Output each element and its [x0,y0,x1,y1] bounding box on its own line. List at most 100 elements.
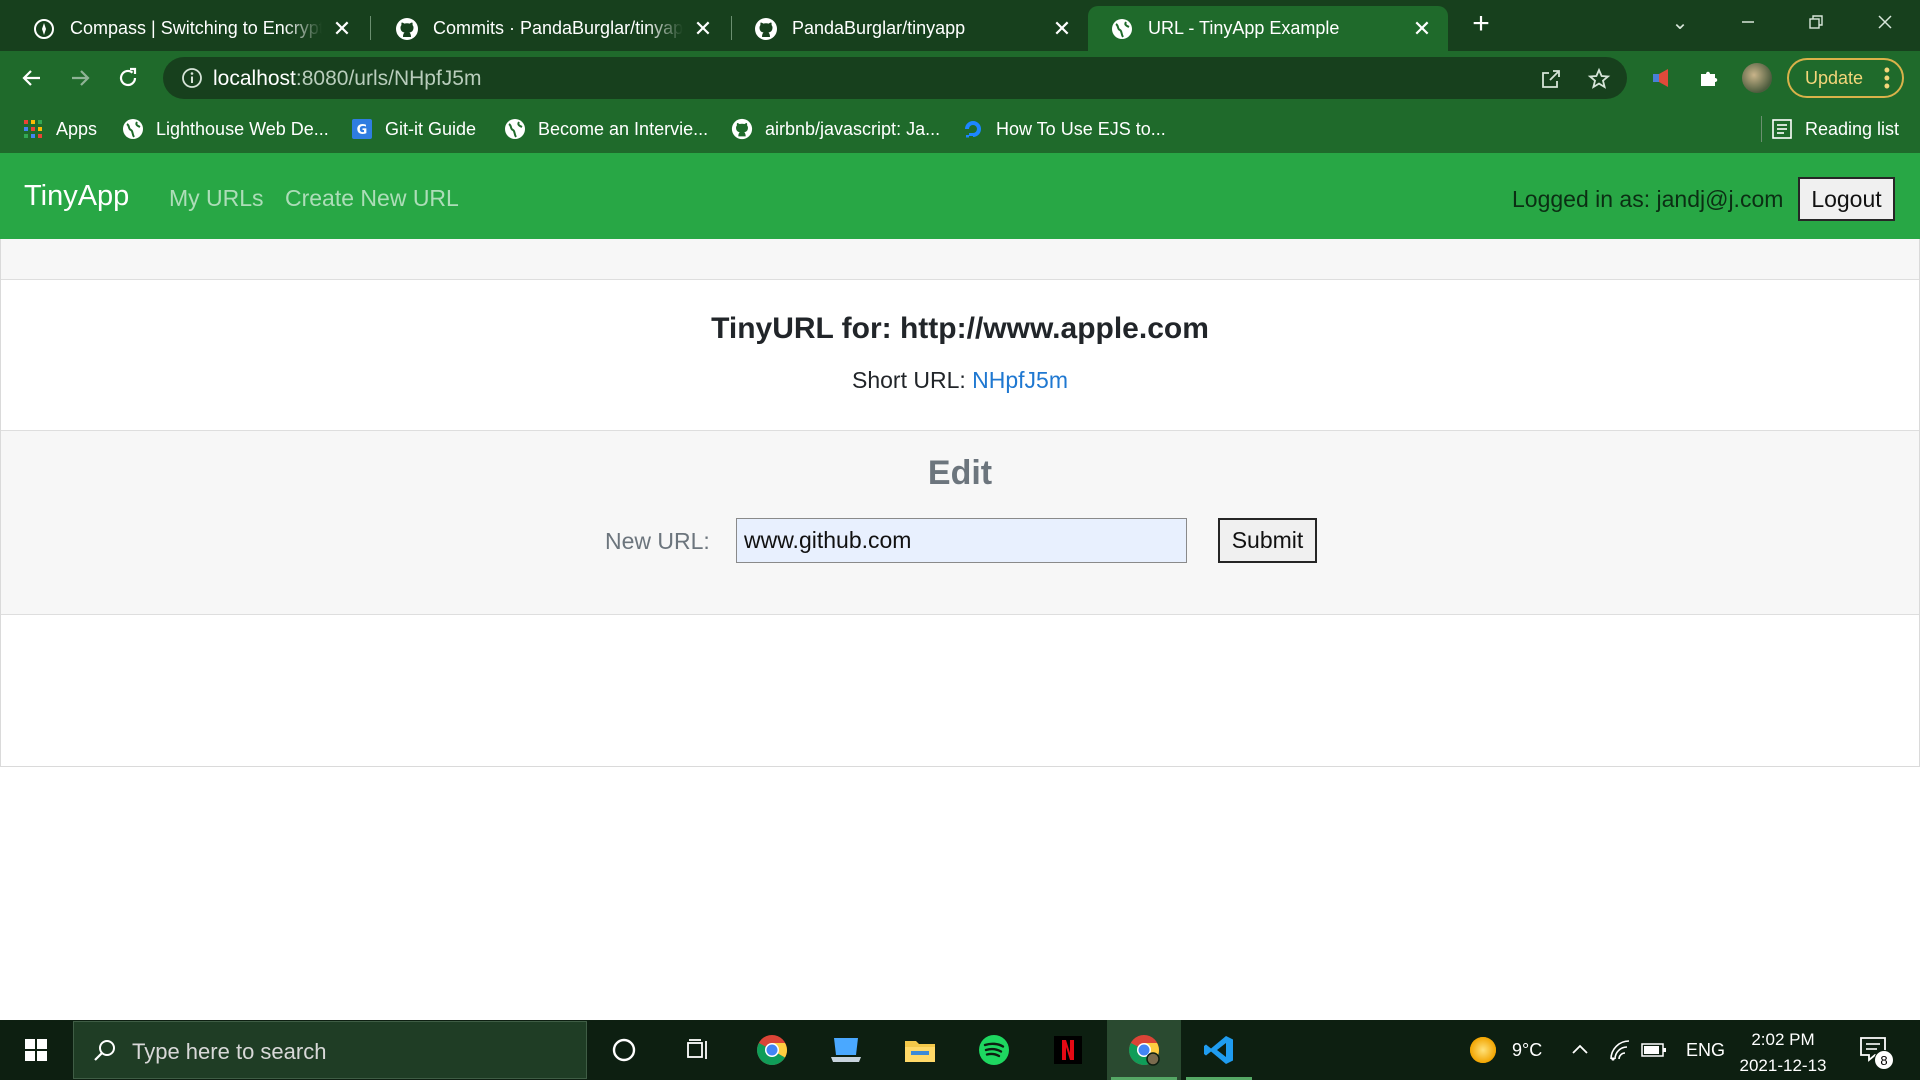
bookmark-git-it[interactable]: G Git-it Guide [351,114,476,144]
weather-temp: 9°C [1512,1039,1543,1060]
share-icon[interactable] [1539,67,1563,91]
url-text: localhost:8080/urls/NHpfJ5m [213,67,481,91]
tab-commits[interactable]: Commits · PandaBurglar/tinyapp ✕ [373,6,729,51]
digitalocean-icon [962,118,984,140]
extension-megaphone-icon[interactable] [1648,64,1676,92]
github-icon [754,17,778,41]
tab-repo[interactable]: PandaBurglar/tinyapp ✕ [732,6,1088,51]
url-path: :8080/urls/NHpfJ5m [295,67,482,90]
new-url-input[interactable] [736,518,1187,563]
spotify-icon[interactable] [957,1020,1031,1080]
close-icon[interactable]: ✕ [691,16,715,41]
url-host: localhost [213,67,296,90]
extensions-puzzle-icon[interactable] [1695,64,1723,92]
vscode-icon[interactable] [1182,1020,1256,1080]
app-navbar: TinyApp My URLs Create New URL Logged in… [0,153,1920,239]
netflix-icon[interactable] [1031,1020,1105,1080]
search-icon [92,1037,118,1063]
close-window-button[interactable] [1855,0,1915,44]
taskbar-search-box[interactable]: Type here to search [73,1021,587,1079]
globe-icon [122,118,144,140]
address-bar[interactable]: localhost:8080/urls/NHpfJ5m [163,57,1627,99]
sun-icon [1470,1037,1496,1063]
tray-chevron-up-icon[interactable] [1570,1020,1590,1080]
bookmark-airbnb[interactable]: airbnb/javascript: Ja... [731,114,940,144]
page-viewport: TinyApp My URLs Create New URL Logged in… [0,153,1920,1020]
short-url-label: Short URL: [851,367,973,393]
edit-heading: Edit [927,454,993,492]
globe-icon [1110,17,1134,41]
task-view-icon[interactable] [661,1020,735,1080]
reading-list[interactable]: Reading list [1771,114,1899,144]
language-indicator[interactable]: ENG [1686,1020,1725,1080]
tab-search-chevron-icon[interactable]: ⌄ [1650,0,1710,44]
chrome-icon[interactable] [735,1020,809,1080]
logout-button[interactable]: Logout [1798,177,1895,221]
short-url-row: Short URL: NHpfJ5m [1,367,1919,394]
wifi-icon[interactable] [1607,1020,1631,1080]
profile-avatar[interactable] [1742,63,1772,93]
bookmark-label: Lighthouse Web De... [156,118,329,139]
back-arrow-icon[interactable] [17,63,47,93]
bookmark-label: Git-it Guide [385,118,477,139]
bookmark-interview[interactable]: Become an Intervie... [504,114,708,144]
tab-title: Commits · PandaBurglar/tinyapp [433,18,683,38]
bookmark-ejs[interactable]: How To Use EJS to... [962,114,1166,144]
brand-link[interactable]: TinyApp [24,180,129,213]
nav-my-urls[interactable]: My URLs [169,185,264,212]
card-body: TinyURL for: http://www.apple.com Short … [1,280,1919,430]
bookmark-label: Apps [56,118,98,139]
system-clock[interactable]: 2:02 PM 2021-12-13 [1728,1027,1838,1079]
close-icon[interactable]: ✕ [330,16,354,41]
star-icon[interactable] [1587,67,1611,91]
forward-arrow-icon[interactable] [65,63,95,93]
bookmark-apps[interactable]: Apps [22,114,97,144]
tinyurl-title: TinyURL for: http://www.apple.com [711,312,1209,345]
update-label: Update [1805,67,1864,88]
tab-tinyapp[interactable]: URL - TinyApp Example ✕ [1088,6,1448,51]
reload-icon[interactable] [113,63,143,93]
bookmark-label: How To Use EJS to... [996,118,1166,139]
svg-text:G: G [357,123,368,138]
github-icon [395,17,419,41]
close-icon[interactable]: ✕ [1410,16,1434,41]
laptop-app-icon[interactable] [809,1020,883,1080]
submit-button[interactable]: Submit [1218,518,1317,563]
file-explorer-icon[interactable] [883,1020,957,1080]
new-tab-button[interactable]: + [1466,9,1496,40]
clock-time: 2:02 PM [1751,1030,1815,1049]
more-vert-icon[interactable]: • • • [1884,61,1890,95]
apps-grid-icon [22,118,44,140]
minimize-button[interactable] [1718,0,1778,44]
bookmark-label: Become an Intervie... [538,118,709,139]
globe-icon [504,118,526,140]
clock-date: 2021-12-13 [1739,1056,1827,1075]
compass-icon [32,17,56,41]
search-placeholder: Type here to search [132,1039,327,1064]
restore-button[interactable] [1786,0,1846,44]
update-button[interactable]: Update • • • [1787,58,1904,98]
tab-title: URL - TinyApp Example [1148,18,1340,38]
edit-section: Edit New URL: Submit [1,430,1919,615]
card-header [1,239,1919,280]
site-info-icon[interactable] [181,67,203,89]
bookmarks-bar: Apps Lighthouse Web De... G Git-it Guide… [0,104,1920,153]
nav-create-new-url[interactable]: Create New URL [285,185,459,212]
close-icon[interactable]: ✕ [1050,16,1074,41]
tab-title: Compass | Switching to Encrypted [70,18,322,38]
tab-separator [370,16,371,40]
tab-title: PandaBurglar/tinyapp [792,18,966,38]
bookmark-lighthouse[interactable]: Lighthouse Web De... [122,114,329,144]
reading-list-label: Reading list [1805,118,1900,139]
short-url-link[interactable]: NHpfJ5m [972,367,1068,393]
tab-compass[interactable]: Compass | Switching to Encrypted ✕ [10,6,368,51]
cortana-icon[interactable] [587,1020,661,1080]
windows-taskbar: Type here to search 9°C ENG 2:02 PM 2021… [0,1020,1920,1080]
github-icon [731,118,753,140]
browser-toolbar: localhost:8080/urls/NHpfJ5m Update • • • [0,51,1920,104]
chrome-active-icon[interactable] [1107,1020,1181,1080]
battery-icon[interactable] [1641,1020,1667,1080]
windows-start-icon[interactable] [0,1020,72,1080]
weather-widget[interactable]: 9°C [1468,1020,1542,1080]
bookmark-label: airbnb/javascript: Ja... [765,118,941,139]
